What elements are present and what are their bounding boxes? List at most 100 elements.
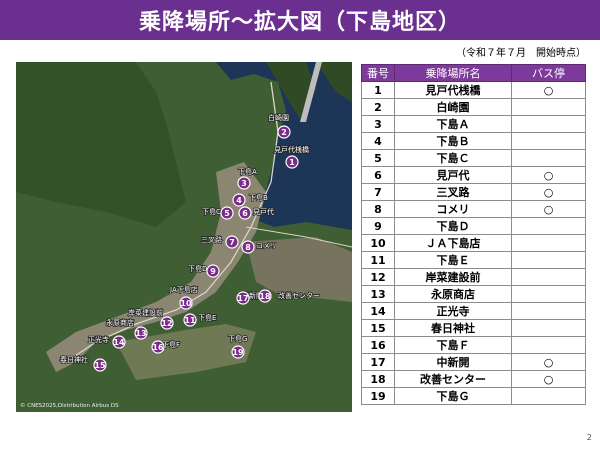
row-bus-mark [511, 132, 586, 150]
page-number: 2 [586, 433, 592, 442]
row-bus-mark [511, 319, 586, 337]
map-marker-10[interactable]: 10 [179, 296, 193, 310]
row-bus-mark: ○ [511, 166, 586, 184]
map-marker-9[interactable]: 9 [206, 264, 220, 278]
svg-text:4: 4 [236, 196, 242, 205]
svg-text:2: 2 [281, 128, 287, 137]
table-row: 14 正光寺 [361, 302, 586, 320]
table-row: 1 見戸代桟橋 ○ [361, 81, 586, 99]
row-stop-name: 見戸代 [394, 166, 512, 184]
map-label-4: 下島B [249, 193, 268, 202]
row-number: 10 [361, 234, 395, 252]
table-row: 13 永原商店 [361, 285, 586, 303]
svg-text:16: 16 [152, 343, 164, 352]
row-stop-name: 下島Ｆ [394, 336, 512, 354]
header-bus-stop: バス停 [511, 64, 586, 82]
row-bus-mark [511, 302, 586, 320]
map-marker-17[interactable]: 17 [236, 291, 250, 305]
map-label-6: 見戸代 [253, 207, 274, 216]
table-row: 5 下島Ｃ [361, 149, 586, 167]
row-number: 3 [361, 115, 395, 133]
map-label-1: 見戸代桟橋 [274, 145, 309, 154]
map-label-5: 下島C [202, 207, 221, 216]
svg-text:8: 8 [245, 243, 251, 252]
row-number: 19 [361, 387, 395, 405]
map-label-14: 正光寺 [88, 335, 109, 344]
row-stop-name: 見戸代桟橋 [394, 81, 512, 99]
row-bus-mark [511, 217, 586, 235]
map-marker-6[interactable]: 6 [238, 206, 252, 220]
row-number: 8 [361, 200, 395, 218]
row-stop-name: 下島Ｃ [394, 149, 512, 167]
svg-text:1: 1 [289, 158, 295, 167]
satellite-map[interactable]: 白崎園 見戸代桟橋 下島A 下島B 下島C 見戸代 三叉路 コメリ 下島D JA… [16, 62, 352, 412]
svg-text:6: 6 [242, 209, 248, 218]
row-number: 14 [361, 302, 395, 320]
row-stop-name: 岸菜建設前 [394, 268, 512, 286]
table-row: 8 コメリ ○ [361, 200, 586, 218]
table-row: 11 下島Ｅ [361, 251, 586, 269]
svg-text:12: 12 [161, 319, 172, 328]
map-marker-19[interactable]: 19 [231, 345, 245, 359]
map-label-15: 春日神社 [60, 355, 88, 364]
row-stop-name: 白崎園 [394, 98, 512, 116]
row-number: 13 [361, 285, 395, 303]
as-of-date: （令和７年７月 開始時点） [456, 48, 586, 59]
svg-text:15: 15 [94, 361, 106, 370]
row-stop-name: 下島Ｅ [394, 251, 512, 269]
map-marker-15[interactable]: 15 [93, 358, 107, 372]
row-number: 11 [361, 251, 395, 269]
svg-text:9: 9 [210, 267, 216, 276]
svg-text:7: 7 [229, 238, 235, 247]
row-number: 17 [361, 353, 395, 371]
table-row: 18 改善センター ○ [361, 370, 586, 388]
row-stop-name: 改善センター [394, 370, 512, 388]
map-marker-11[interactable]: 11 [183, 313, 197, 327]
svg-text:14: 14 [113, 338, 125, 347]
row-number: 6 [361, 166, 395, 184]
map-copyright: © CNES2025,Distribution Airbus DS [20, 402, 119, 409]
table-row: 19 下島Ｇ [361, 387, 586, 405]
row-stop-name: 正光寺 [394, 302, 512, 320]
row-bus-mark [511, 149, 586, 167]
page-title: 乗降場所〜拡大図（下島地区） [0, 0, 600, 40]
row-bus-mark: ○ [511, 353, 586, 371]
map-marker-1[interactable]: 1 [285, 155, 299, 169]
map-marker-2[interactable]: 2 [277, 125, 291, 139]
map-marker-5[interactable]: 5 [220, 206, 234, 220]
map-marker-7[interactable]: 7 [225, 235, 239, 249]
map-marker-3[interactable]: 3 [237, 176, 251, 190]
svg-text:18: 18 [259, 292, 271, 301]
map-label-13: 永原商店 [106, 318, 134, 327]
row-bus-mark: ○ [511, 200, 586, 218]
row-bus-mark: ○ [511, 370, 586, 388]
map-label-9: 下島D [188, 264, 207, 273]
table-row: 17 中新開 ○ [361, 353, 586, 371]
map-label-8: コメリ [256, 242, 277, 250]
map-marker-18[interactable]: 18 [258, 289, 272, 303]
row-bus-mark [511, 285, 586, 303]
table-row: 2 白崎園 [361, 98, 586, 116]
table-row: 15 春日神社 [361, 319, 586, 337]
row-bus-mark: ○ [511, 183, 586, 201]
row-bus-mark [511, 268, 586, 286]
map-label-3: 下島A [238, 167, 257, 176]
map-label-19: 下島G [228, 334, 247, 343]
row-bus-mark [511, 336, 586, 354]
table-row: 7 三叉路 ○ [361, 183, 586, 201]
map-marker-4[interactable]: 4 [232, 193, 246, 207]
row-bus-mark [511, 98, 586, 116]
map-marker-16[interactable]: 16 [151, 340, 165, 354]
map-marker-8[interactable]: 8 [241, 240, 255, 254]
row-bus-mark: ○ [511, 81, 586, 99]
row-number: 16 [361, 336, 395, 354]
map-label-12: 岸菜建設前 [128, 308, 163, 317]
svg-text:10: 10 [180, 299, 192, 308]
map-marker-12[interactable]: 12 [160, 316, 174, 330]
map-marker-13[interactable]: 13 [134, 326, 148, 340]
table-row: 6 見戸代 ○ [361, 166, 586, 184]
row-stop-name: 下島Ｂ [394, 132, 512, 150]
header-stop-name: 乗降場所名 [394, 64, 512, 82]
map-marker-14[interactable]: 14 [112, 335, 126, 349]
row-stop-name: 三叉路 [394, 183, 512, 201]
